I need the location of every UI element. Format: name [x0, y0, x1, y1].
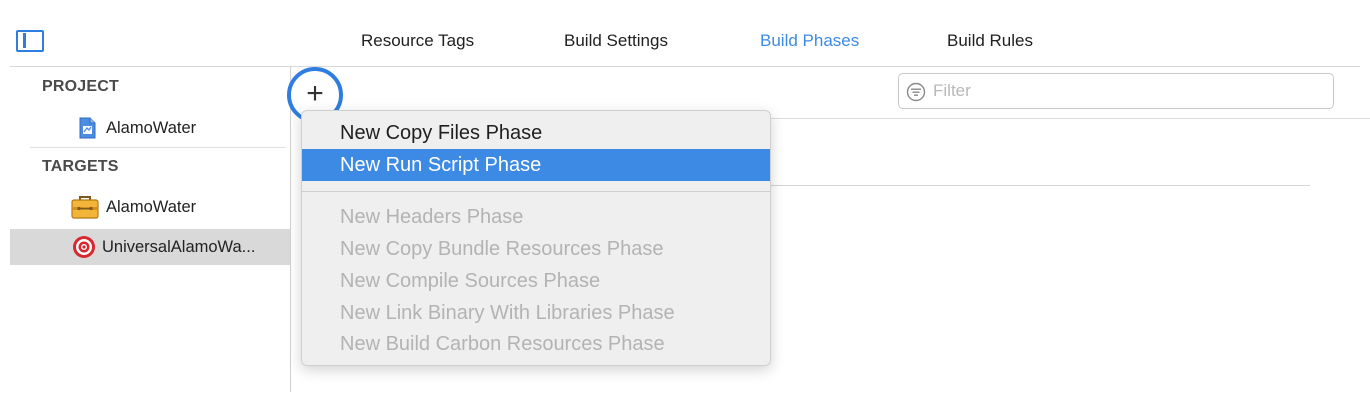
- filter-field[interactable]: [898, 73, 1334, 109]
- menu-item-new-copy-files-phase[interactable]: New Copy Files Phase: [302, 117, 770, 149]
- sidebar-item-target-universal[interactable]: UniversalAlamoWa...: [10, 229, 290, 265]
- sidebar-item-target-alamowater[interactable]: AlamoWater: [10, 189, 290, 225]
- menu-item-new-run-script-phase[interactable]: New Run Script Phase: [302, 149, 770, 181]
- filter-input[interactable]: [933, 80, 1313, 102]
- menu-item-new-build-carbon-resources-phase: New Build Carbon Resources Phase: [340, 333, 665, 355]
- tab-build-rules[interactable]: Build Rules: [947, 31, 1033, 51]
- sidebar-toggle-icon[interactable]: [16, 30, 44, 52]
- project-target-sidebar: PROJECT AlamoWater TARGETS AlamoWater Un…: [10, 67, 290, 402]
- menu-item-new-compile-sources-phase: New Compile Sources Phase: [340, 270, 601, 292]
- sidebar-item-project-alamowater[interactable]: AlamoWater: [10, 110, 290, 146]
- menu-item-new-headers-phase: New Headers Phase: [340, 206, 524, 228]
- tab-resource-tags[interactable]: Resource Tags: [361, 31, 474, 51]
- phase-row-divider: [770, 185, 1310, 186]
- editor-toolbar: Resource Tags Build Settings Build Phase…: [0, 0, 1370, 66]
- sidebar-item-label: AlamoWater: [106, 119, 197, 137]
- project-section-header: PROJECT: [42, 78, 119, 95]
- tab-build-settings[interactable]: Build Settings: [564, 31, 668, 51]
- aggregate-target-icon: [73, 236, 95, 258]
- menu-item-new-link-binary-phase: New Link Binary With Libraries Phase: [340, 302, 675, 324]
- sidebar-divider: [30, 147, 286, 148]
- menu-item-new-copy-bundle-resources-phase: New Copy Bundle Resources Phase: [340, 238, 664, 260]
- menu-separator: [302, 191, 770, 192]
- add-build-phase-menu: New Copy Files Phase New Run Script Phas…: [301, 110, 771, 366]
- sidebar-item-label: AlamoWater: [106, 198, 197, 216]
- targets-section-header: TARGETS: [42, 158, 119, 175]
- app-target-icon: [71, 196, 99, 219]
- project-file-icon: [79, 117, 96, 139]
- sidebar-item-label: UniversalAlamoWa...: [102, 238, 256, 256]
- tab-build-phases[interactable]: Build Phases: [760, 31, 859, 51]
- filter-icon: [906, 82, 926, 102]
